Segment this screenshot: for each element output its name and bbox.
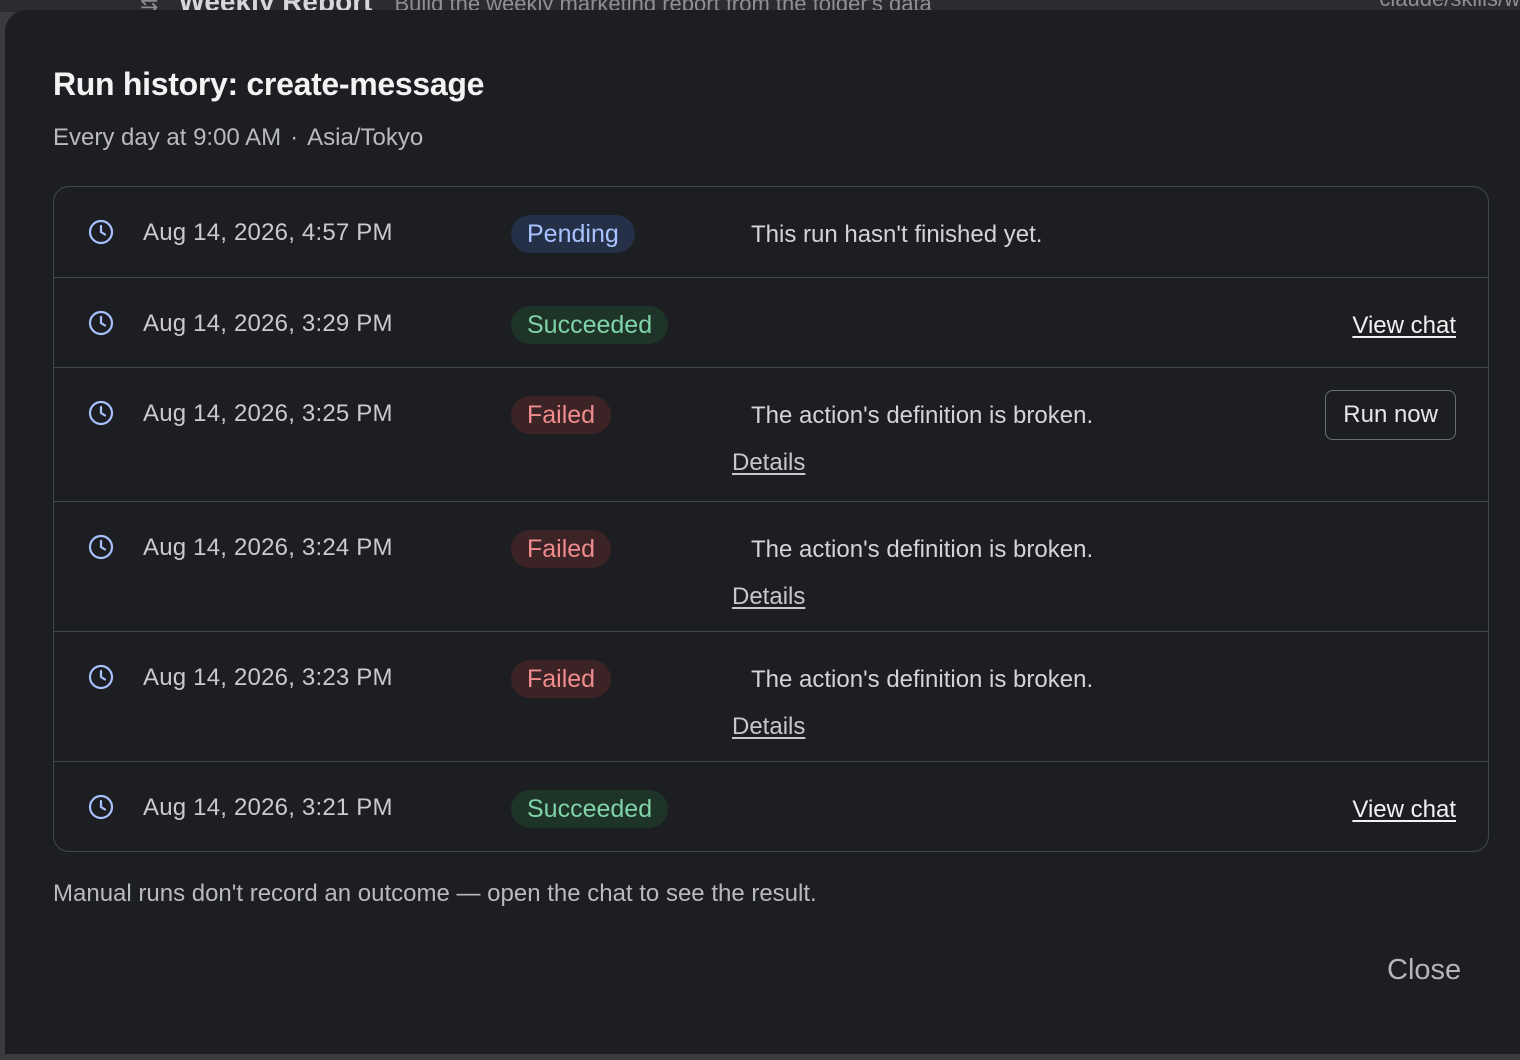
run-list: Aug 14, 2026, 4:57 PM Pending This run h… — [53, 186, 1489, 852]
clock-icon — [88, 219, 114, 245]
run-message: The action's definition is broken. — [751, 666, 1094, 693]
dialog-title: Run history: create-message — [53, 66, 485, 102]
run-row: Aug 14, 2026, 3:23 PM Failed The action'… — [54, 631, 1488, 761]
run-now-button[interactable]: Run now — [1325, 390, 1456, 440]
run-timestamp: Aug 14, 2026, 4:57 PM — [143, 219, 393, 246]
status-badge: Pending — [511, 215, 635, 253]
run-message: This run hasn't finished yet. — [751, 221, 1043, 248]
run-timestamp: Aug 14, 2026, 3:21 PM — [143, 794, 393, 821]
run-row: Aug 14, 2026, 3:21 PM Succeeded View cha… — [54, 761, 1488, 851]
run-message: The action's definition is broken. — [751, 402, 1094, 429]
status-badge: Succeeded — [511, 790, 669, 828]
close-button[interactable]: Close — [1387, 954, 1461, 987]
run-timestamp: Aug 14, 2026, 3:24 PM — [143, 534, 393, 561]
run-history-dialog: Run history: create-message Every day at… — [5, 10, 1520, 1054]
separator-dot: · — [290, 124, 299, 151]
details-link[interactable]: Details — [732, 449, 805, 477]
run-row: Aug 14, 2026, 3:29 PM Succeeded View cha… — [54, 277, 1488, 367]
run-timestamp: Aug 14, 2026, 3:29 PM — [143, 310, 393, 337]
view-chat-link[interactable]: View chat — [1352, 796, 1456, 824]
timezone-text: Asia/Tokyo — [307, 124, 424, 151]
view-chat-link[interactable]: View chat — [1352, 312, 1456, 340]
run-row: Aug 14, 2026, 4:57 PM Pending This run h… — [54, 187, 1488, 277]
status-badge: Failed — [511, 396, 612, 434]
run-message: The action's definition is broken. — [751, 536, 1094, 563]
clock-icon — [88, 310, 114, 336]
details-link[interactable]: Details — [732, 713, 805, 741]
run-row: Aug 14, 2026, 3:25 PM Failed The action'… — [54, 367, 1488, 501]
footnote-text: Manual runs don't record an outcome — op… — [53, 880, 817, 907]
clock-icon — [88, 664, 114, 690]
status-badge: Succeeded — [511, 306, 669, 344]
run-row: Aug 14, 2026, 3:24 PM Failed The action'… — [54, 501, 1488, 631]
schedule-text: Every day at 9:00 AM — [53, 124, 282, 151]
clock-icon — [88, 400, 114, 426]
details-link[interactable]: Details — [732, 583, 805, 611]
run-timestamp: Aug 14, 2026, 3:23 PM — [143, 664, 393, 691]
status-badge: Failed — [511, 660, 612, 698]
clock-icon — [88, 794, 114, 820]
clock-icon — [88, 534, 114, 560]
status-badge: Failed — [511, 530, 612, 568]
run-timestamp: Aug 14, 2026, 3:25 PM — [143, 400, 393, 427]
schedule-summary: Every day at 9:00 AM · Asia/Tokyo — [53, 124, 423, 152]
